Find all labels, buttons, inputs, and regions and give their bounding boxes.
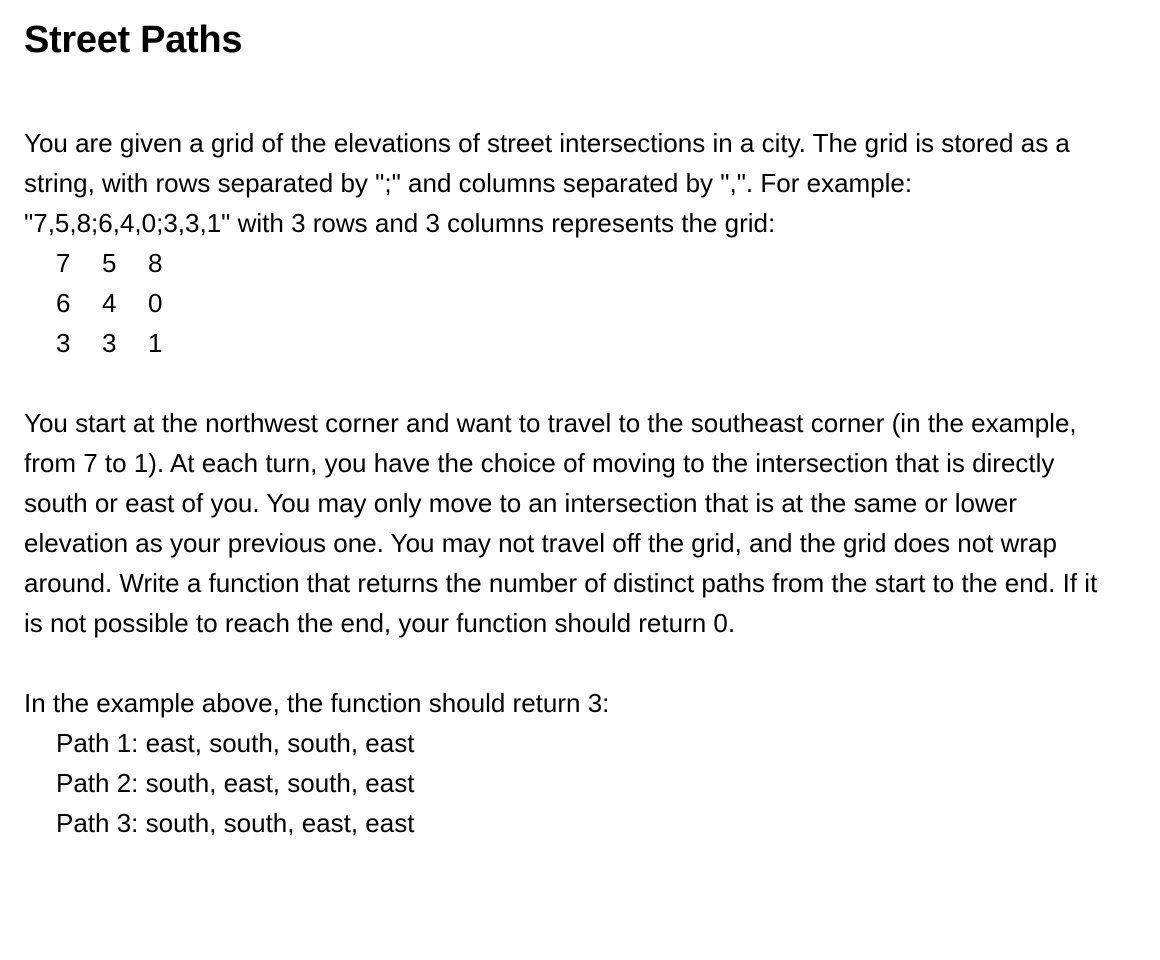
path-item: Path 3: south, south, east, east <box>56 808 415 838</box>
answer-intro: In the example above, the function shoul… <box>24 688 610 718</box>
grid-row: 3 3 1 <box>56 323 1136 363</box>
document-page: Street Paths You are given a grid of the… <box>0 0 1160 960</box>
grid-cell: 4 <box>102 288 117 318</box>
grid-row: 7 5 8 <box>56 243 1136 283</box>
page-title: Street Paths <box>24 19 243 61</box>
grid-cell: 3 <box>102 328 117 358</box>
path-item: Path 2: south, east, south, east <box>56 768 415 798</box>
grid-cell: 5 <box>102 248 117 278</box>
rules-paragraph: You start at the northwest corner and wa… <box>24 408 1098 638</box>
paths-list: Path 1: east, south, south, east Path 2:… <box>56 723 1136 843</box>
path-item: Path 1: east, south, south, east <box>56 728 415 758</box>
intro-paragraph: You are given a grid of the elevations o… <box>24 128 1070 238</box>
grid-cell: 1 <box>148 328 163 358</box>
example-grid: 7 5 8 6 4 0 3 3 1 <box>56 243 1136 363</box>
grid-cell: 6 <box>56 288 71 318</box>
grid-cell: 0 <box>148 288 163 318</box>
grid-row: 6 4 0 <box>56 283 1136 323</box>
grid-cell: 7 <box>56 248 71 278</box>
grid-cell: 3 <box>56 328 71 358</box>
grid-cell: 8 <box>148 248 163 278</box>
